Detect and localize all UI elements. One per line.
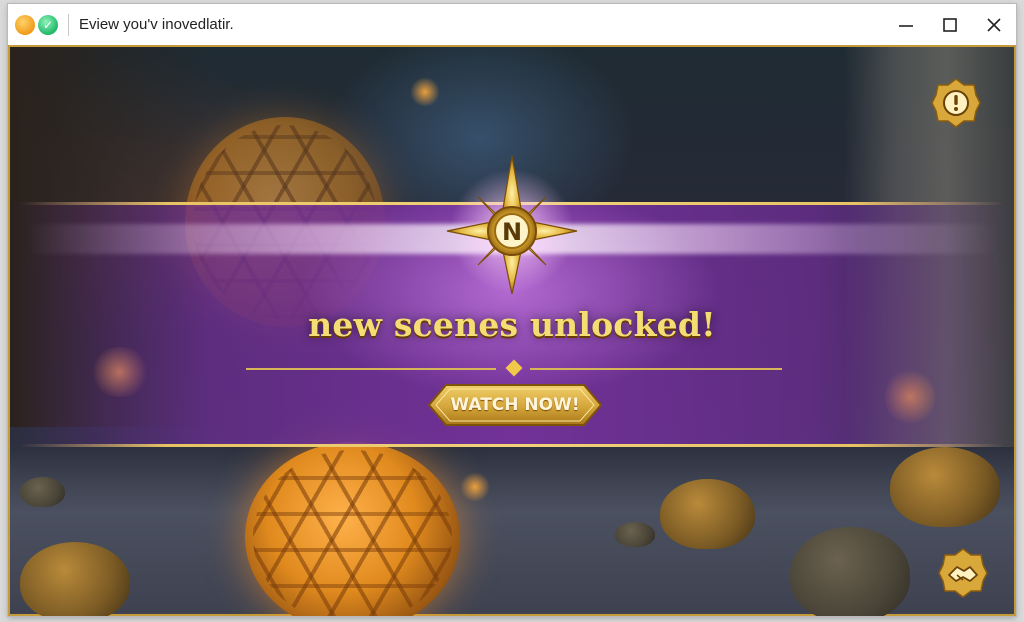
stone-rock — [615, 522, 655, 547]
gold-rock — [20, 542, 130, 616]
background-lantern-glow — [410, 77, 440, 107]
close-icon — [987, 17, 1001, 32]
alert-button[interactable] — [930, 77, 982, 129]
minimize-button[interactable] — [884, 4, 928, 45]
stone-rock — [790, 527, 910, 616]
maximize-icon — [943, 17, 957, 32]
divider-diamond-icon — [505, 359, 523, 377]
headline-divider-right — [530, 368, 782, 370]
emblem-letter: N — [502, 218, 522, 246]
watch-now-label: WATCH NOW! — [450, 395, 580, 415]
game-window: ✓ Eview you'v inovedlatir. N new scenes … — [8, 4, 1016, 616]
close-button[interactable] — [972, 4, 1016, 45]
unlock-banner: N new scenes unlocked! WATCH NOW! — [10, 155, 1014, 447]
gold-rock — [660, 479, 755, 549]
compass-star-emblem-icon: N — [446, 155, 578, 294]
unlock-headline: new scenes unlocked! — [308, 305, 716, 344]
window-title: Eview you'v inovedlatir. — [79, 16, 234, 33]
stone-rock — [20, 477, 65, 507]
window-controls — [884, 4, 1016, 45]
watch-now-button[interactable]: WATCH NOW! — [427, 384, 603, 426]
app-coin-icon — [15, 14, 35, 35]
maximize-button[interactable] — [928, 4, 972, 45]
banner-bottom-border — [20, 444, 1004, 447]
checkmark-badge-icon: ✓ — [38, 14, 58, 35]
headline-divider-left — [246, 368, 496, 370]
title-bar-icons: ✓ — [15, 14, 58, 35]
title-separator — [68, 13, 69, 36]
handshake-icon — [938, 548, 988, 598]
background-spark-glow — [460, 472, 490, 502]
title-bar: ✓ Eview you'v inovedlatir. — [8, 4, 1016, 46]
alert-icon — [931, 78, 981, 128]
minimize-icon — [899, 24, 913, 27]
game-scene: N new scenes unlocked! WATCH NOW! — [8, 45, 1016, 616]
handshake-button[interactable] — [937, 547, 989, 599]
gold-rock — [890, 447, 1000, 527]
